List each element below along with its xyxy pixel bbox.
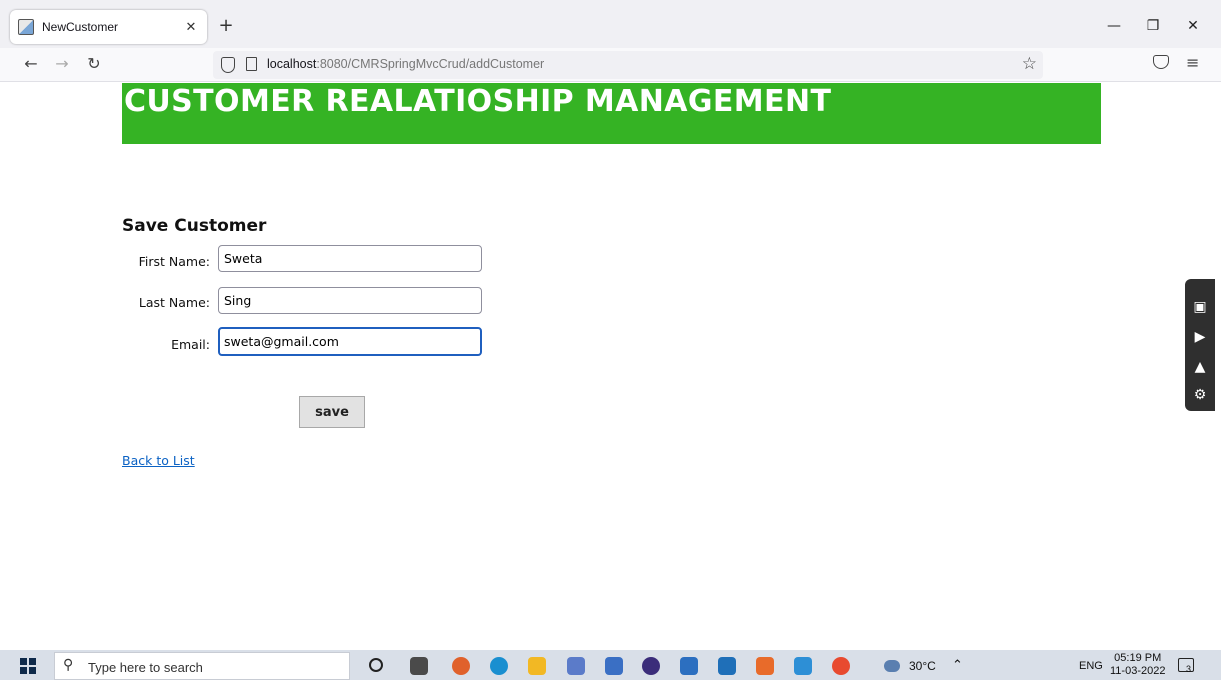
page-icon[interactable] <box>246 57 257 71</box>
url-text[interactable]: localhost:8080/CMRSpringMvcCrud/addCusto… <box>267 57 544 71</box>
cortana-icon[interactable] <box>369 658 383 672</box>
last-name-label: Last Name: <box>138 295 210 310</box>
address-bar[interactable]: localhost:8080/CMRSpringMvcCrud/addCusto… <box>213 51 1043 79</box>
forward-button[interactable]: → <box>52 54 72 74</box>
url-host: localhost <box>267 57 317 71</box>
language-indicator[interactable]: ENG <box>1079 660 1103 672</box>
settings-icon[interactable]: ⚙ <box>1189 385 1211 405</box>
pocket-icon[interactable] <box>1153 55 1169 69</box>
task-view-icon[interactable] <box>410 657 428 675</box>
url-path: :8080/CMRSpringMvcCrud/addCustomer <box>316 57 545 71</box>
header-banner: CUSTOMER REALATIOSHIP MANAGEMENT <box>122 83 1101 144</box>
weather-temperature[interactable]: 30°C <box>909 659 936 673</box>
clock-date: 11-03-2022 <box>1110 665 1166 677</box>
app-icon[interactable] <box>605 657 623 675</box>
section-title: Save Customer <box>122 216 267 236</box>
eclipse-icon[interactable] <box>642 657 660 675</box>
store-icon[interactable] <box>718 657 736 675</box>
app-icon[interactable] <box>680 657 698 675</box>
chevron-up-icon[interactable]: ⌃ <box>952 657 963 673</box>
app-icon[interactable] <box>756 657 774 675</box>
side-capture-toolbar: ▣ ▶ ▲ ⚙ <box>1185 279 1215 411</box>
restore-button[interactable]: ❐ <box>1143 16 1163 36</box>
weather-icon <box>884 660 900 672</box>
notification-count: 3 <box>1186 664 1192 674</box>
video-icon[interactable]: ▶ <box>1189 327 1211 347</box>
photos-icon[interactable] <box>794 657 812 675</box>
email-label: Email: <box>171 337 210 352</box>
save-button[interactable]: save <box>299 396 365 428</box>
first-name-label: First Name: <box>138 254 210 269</box>
favicon-icon <box>18 19 34 35</box>
windows-start-icon[interactable] <box>20 658 36 674</box>
chrome-icon[interactable] <box>452 657 470 675</box>
star-icon[interactable]: ☆ <box>1022 54 1037 74</box>
close-window-button[interactable]: ✕ <box>1183 16 1203 36</box>
menu-icon[interactable]: ≡ <box>1186 53 1199 73</box>
taskbar: ⚲ Type here to search 30°C ⌃ ENG 05:19 P… <box>0 650 1221 680</box>
shield-icon[interactable] <box>221 57 235 73</box>
search-icon: ⚲ <box>63 657 74 673</box>
file-explorer-icon[interactable] <box>528 657 546 675</box>
first-name-input[interactable] <box>218 245 482 272</box>
minimize-button[interactable]: — <box>1104 16 1124 36</box>
firefox-icon[interactable] <box>832 657 850 675</box>
back-button[interactable]: ← <box>21 54 41 74</box>
taskbar-search-placeholder: Type here to search <box>88 660 203 675</box>
tab-close-icon[interactable]: ✕ <box>183 20 199 35</box>
last-name-input[interactable] <box>218 287 482 314</box>
email-input[interactable] <box>218 327 482 356</box>
reload-button[interactable]: ↻ <box>84 54 104 74</box>
page-header-title: CUSTOMER REALATIOSHIP MANAGEMENT <box>124 84 832 119</box>
camera-icon[interactable]: ▣ <box>1189 297 1211 317</box>
new-tab-button[interactable]: + <box>217 16 235 36</box>
app-icon[interactable] <box>567 657 585 675</box>
taskbar-search-box[interactable]: ⚲ Type here to search <box>54 652 350 680</box>
tab-title: NewCustomer <box>42 20 119 34</box>
browser-nav-bar: ← → ↻ localhost:8080/CMRSpringMvcCrud/ad… <box>0 48 1221 82</box>
back-to-list-link[interactable]: Back to List <box>122 453 195 469</box>
system-clock[interactable]: 05:19 PM 11-03-2022 <box>1110 652 1165 678</box>
browser-tab-strip: NewCustomer ✕ + — ❐ ✕ <box>0 0 1221 48</box>
clock-time: 05:19 PM <box>1114 652 1162 664</box>
screen: NewCustomer ✕ + — ❐ ✕ ← → ↻ localhost:80… <box>0 0 1221 680</box>
gallery-icon[interactable]: ▲ <box>1189 357 1211 377</box>
edge-icon[interactable] <box>490 657 508 675</box>
browser-tab[interactable]: NewCustomer ✕ <box>10 10 207 44</box>
